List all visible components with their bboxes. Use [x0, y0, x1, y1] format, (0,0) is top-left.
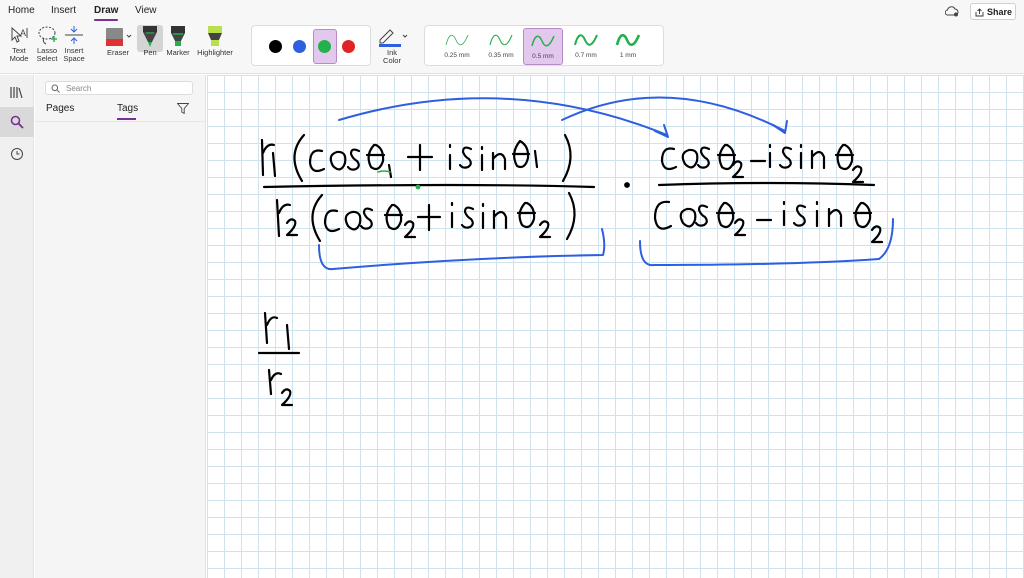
text-mode-button[interactable]: A Text Mode [6, 24, 32, 63]
share-button[interactable]: Share [970, 3, 1016, 20]
insert-space-button[interactable]: Insert Space [61, 24, 87, 63]
text-mode-label: Text Mode [9, 46, 29, 63]
menu-insert[interactable]: Insert [51, 5, 76, 16]
search-input[interactable]: Search [45, 81, 193, 95]
tab-pages[interactable]: Pages [46, 103, 74, 114]
size-1mm-button[interactable]: 1 mm [608, 28, 648, 65]
filter-icon[interactable] [177, 103, 189, 114]
color-blue-swatch[interactable] [293, 40, 306, 53]
panel-divider [35, 121, 205, 122]
recent-button[interactable] [0, 139, 34, 169]
size-label: 0.35 mm [488, 52, 514, 59]
menu-draw[interactable]: Draw [94, 5, 118, 16]
stroke-sample-icon [445, 34, 469, 46]
insert-space-icon [65, 26, 83, 44]
marker-label: Marker [166, 48, 190, 57]
marker-button[interactable]: Marker [164, 24, 192, 57]
highlighter-label: Highlighter [197, 48, 233, 57]
menu-bar: Home Insert Draw View Share [0, 0, 1024, 22]
menu-view[interactable]: View [135, 5, 157, 16]
clock-icon [11, 148, 23, 160]
marker-icon [171, 26, 185, 46]
size-label: 0.5 mm [532, 53, 554, 60]
color-green-swatch[interactable] [318, 40, 331, 53]
pen-button[interactable]: Pen [137, 24, 163, 57]
lasso-select-button[interactable]: Lasso Select [34, 24, 60, 63]
size-label: 0.7 mm [575, 52, 597, 59]
lasso-select-label: Lasso Select [36, 46, 58, 63]
size-label: 0.25 mm [444, 52, 470, 59]
tab-tags[interactable]: Tags [117, 103, 138, 114]
pen-icon [143, 26, 157, 47]
color-black-swatch[interactable] [269, 40, 282, 53]
eraser-icon [106, 28, 132, 46]
sync-cloud-icon[interactable] [945, 6, 959, 17]
stroke-sample-icon [574, 34, 598, 46]
color-red-swatch[interactable] [342, 40, 355, 53]
ink-color-button[interactable]: Ink Color [373, 24, 411, 65]
search-placeholder: Search [66, 84, 92, 93]
ink-color-label: Ink Color [383, 48, 401, 65]
search-icon [10, 115, 24, 129]
stroke-size-picker: 0.25 mm 0.35 mm 0.5 mm 0.7 mm 1 mm [424, 25, 664, 66]
handwritten-ink [257, 96, 894, 407]
ink-color-icon [379, 29, 408, 47]
navigation-rail [0, 75, 34, 578]
search-nav-button[interactable] [0, 107, 34, 137]
highlighter-button[interactable]: Highlighter [194, 24, 236, 57]
lasso-icon [38, 26, 57, 45]
search-panel: Search Pages Tags [35, 75, 206, 578]
notebooks-button[interactable] [0, 77, 34, 107]
size-0-5mm-button[interactable]: 0.5 mm [523, 28, 563, 65]
color-palette [251, 25, 371, 66]
search-icon [51, 84, 60, 93]
draw-ribbon: A Text Mode Lasso Select Insert Space Er… [0, 22, 1024, 74]
eraser-label: Eraser [106, 48, 130, 57]
note-canvas[interactable] [207, 75, 1024, 578]
share-icon [975, 8, 984, 17]
menu-home[interactable]: Home [8, 5, 35, 16]
size-label: 1 mm [619, 52, 637, 59]
size-0-7mm-button[interactable]: 0.7 mm [566, 28, 606, 65]
pen-label: Pen [143, 48, 157, 57]
eraser-button[interactable]: Eraser [104, 24, 132, 57]
library-icon [10, 87, 23, 99]
svg-text:A: A [20, 28, 26, 38]
size-0-25mm-button[interactable]: 0.25 mm [437, 28, 477, 65]
active-menu-indicator [94, 19, 118, 21]
share-label: Share [987, 7, 1013, 17]
text-cursor-icon: A [11, 26, 28, 43]
stroke-sample-icon [489, 34, 513, 46]
size-0-35mm-button[interactable]: 0.35 mm [481, 28, 521, 65]
active-tab-indicator [117, 118, 136, 120]
stroke-sample-icon [531, 35, 555, 47]
insert-space-label: Insert Space [63, 46, 85, 63]
highlighter-icon [208, 26, 222, 46]
stroke-sample-icon [615, 34, 641, 46]
